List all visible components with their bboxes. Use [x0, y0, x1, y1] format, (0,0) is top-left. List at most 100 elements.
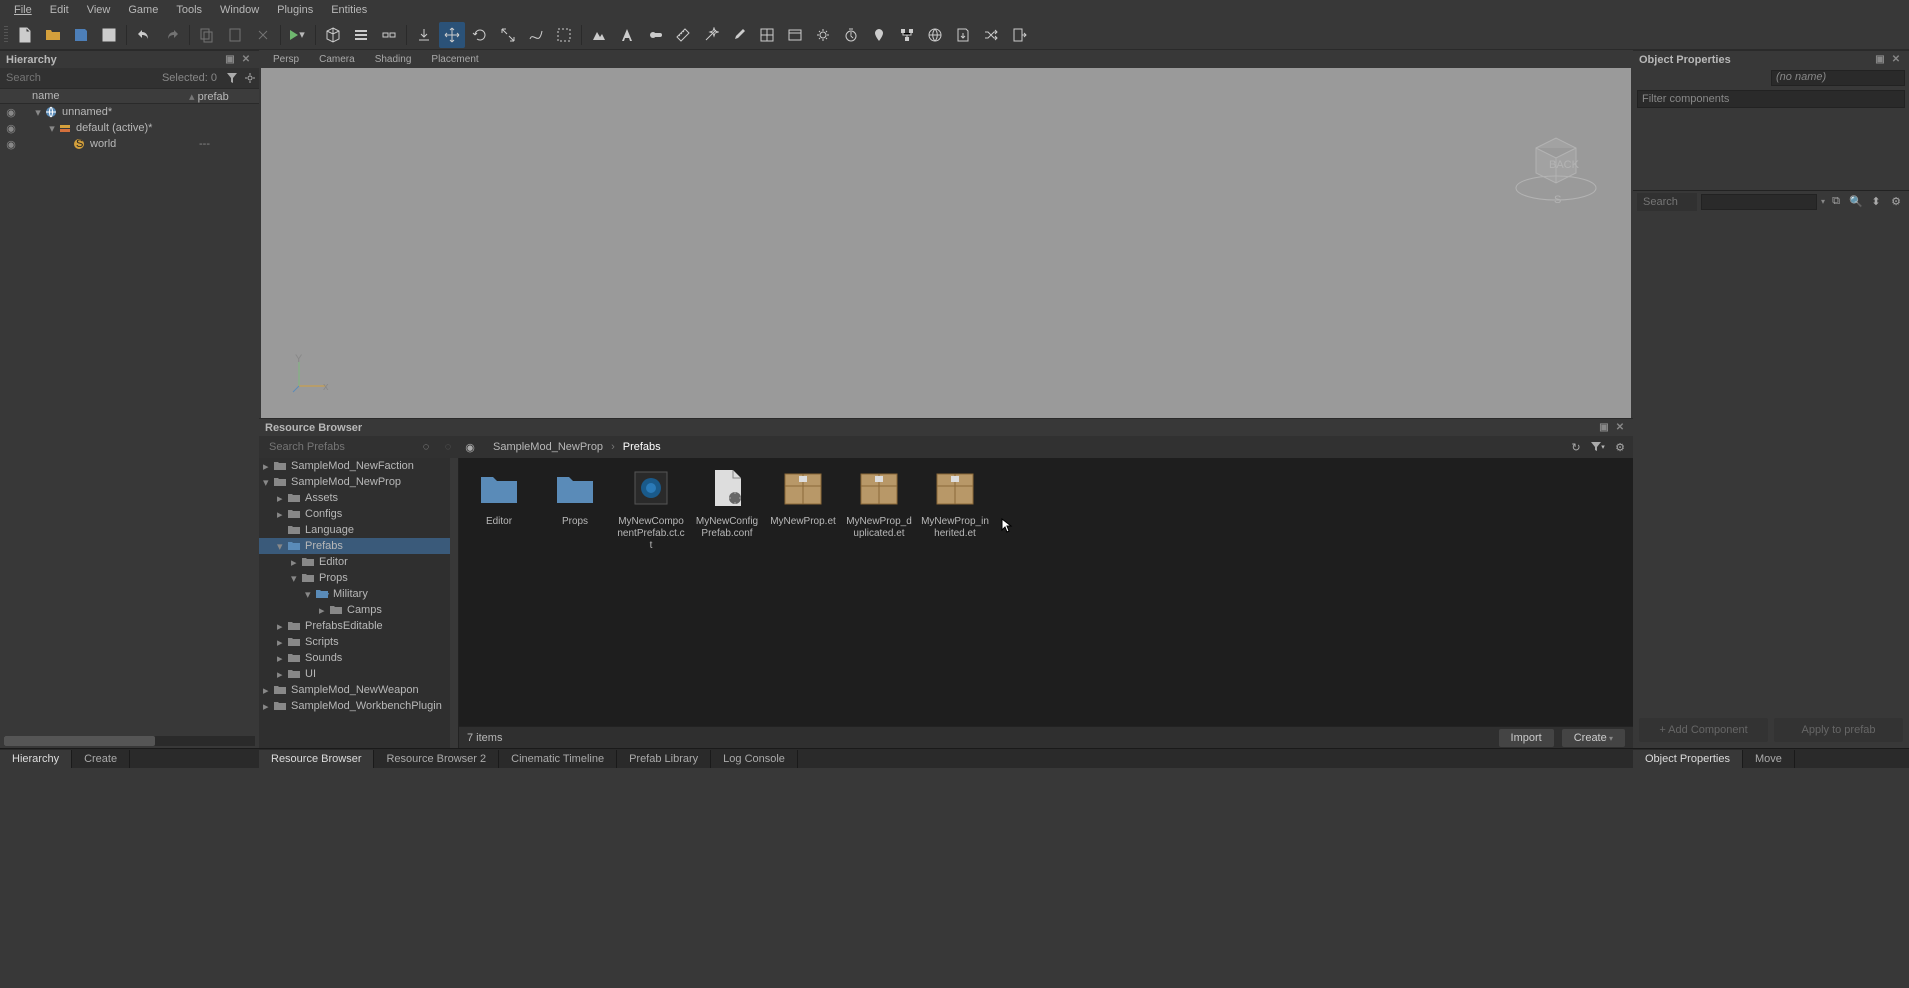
object-name-field[interactable]: (no name)	[1771, 70, 1905, 86]
resource-tree-item[interactable]: ▸Sounds	[259, 650, 458, 666]
expand-icon[interactable]: ▸	[291, 556, 301, 569]
resource-tree-item[interactable]: Language	[259, 522, 458, 538]
expand-icon[interactable]: ▸	[263, 460, 273, 473]
nav-cube[interactable]: BACK S	[1511, 118, 1601, 208]
expand-icon[interactable]: ▾	[263, 476, 273, 489]
undo-button[interactable]	[131, 22, 157, 48]
viewport-tab[interactable]: Persp	[263, 52, 309, 67]
resource-tree-item[interactable]: ▸SampleMod_NewWeapon	[259, 682, 458, 698]
viewport-tab[interactable]: Shading	[365, 52, 422, 67]
panel-tab[interactable]: Move	[1743, 750, 1795, 768]
panel-close-icon[interactable]: ✕	[1613, 421, 1627, 435]
panel-max-icon[interactable]: ▣	[1597, 421, 1611, 435]
cut-button[interactable]	[250, 22, 276, 48]
copy-button[interactable]	[194, 22, 220, 48]
resource-grid[interactable]: EditorPropsMyNewComponentPrefab.ct.ctMyN…	[459, 458, 1633, 726]
rotate-tool[interactable]	[467, 22, 493, 48]
link-tool[interactable]	[376, 22, 402, 48]
resource-item[interactable]: MyNewProp_inherited.et	[921, 464, 989, 552]
expand-icon[interactable]: ▾	[305, 588, 315, 601]
panel-tab[interactable]: Resource Browser	[259, 750, 374, 768]
resource-tree-item[interactable]: ▸PrefabsEditable	[259, 618, 458, 634]
resource-tree-item[interactable]: ▾SampleMod_NewProp	[259, 474, 458, 490]
visibility-icon[interactable]: ◉	[0, 122, 22, 135]
globe-tool[interactable]	[922, 22, 948, 48]
viewport-tab[interactable]: Camera	[309, 52, 365, 67]
viewport-3d[interactable]: Y x BACK S	[261, 68, 1631, 418]
expand-icon[interactable]: ▸	[277, 508, 287, 521]
create-button[interactable]: Create	[1562, 729, 1625, 747]
resource-tree-item[interactable]: ▸Configs	[259, 506, 458, 522]
panel-tab[interactable]: Hierarchy	[0, 750, 72, 768]
breadcrumb-item[interactable]: Prefabs	[619, 439, 665, 455]
open-file-button[interactable]	[40, 22, 66, 48]
terrain-tool[interactable]	[586, 22, 612, 48]
resource-tree-item[interactable]: ▸Editor	[259, 554, 458, 570]
viewport-tab[interactable]: Placement	[421, 52, 488, 67]
resource-item[interactable]: MyNewConfigPrefab.conf	[693, 464, 761, 552]
panel-tab[interactable]: Prefab Library	[617, 750, 711, 768]
expand-icon[interactable]: ▸	[277, 668, 287, 681]
gear-icon[interactable]: ⚙	[1611, 438, 1629, 456]
menu-file[interactable]: File	[6, 2, 40, 18]
menu-edit[interactable]: Edit	[42, 2, 77, 18]
resource-tree-item[interactable]: ▸Camps	[259, 602, 458, 618]
visibility-icon[interactable]: ◉	[0, 138, 22, 151]
resource-tree-item[interactable]: ▾Military	[259, 586, 458, 602]
gear-icon[interactable]: ⚙	[1887, 193, 1905, 211]
rb-clear-icon[interactable]: ◌	[417, 438, 435, 456]
expand-icon[interactable]: ▸	[263, 684, 273, 697]
expand-icon[interactable]: ▸	[277, 652, 287, 665]
weather-tool[interactable]	[642, 22, 668, 48]
panel-tab[interactable]: Object Properties	[1633, 750, 1743, 768]
component-filter-input[interactable]: Filter components	[1637, 90, 1905, 108]
exit-tool[interactable]	[1006, 22, 1032, 48]
brush-tool[interactable]	[726, 22, 752, 48]
resource-search-input[interactable]	[263, 438, 413, 456]
menu-tools[interactable]: Tools	[168, 2, 210, 18]
import-button[interactable]: Import	[1499, 729, 1554, 747]
hierarchy-scrollbar[interactable]	[4, 736, 255, 746]
redo-button[interactable]	[159, 22, 185, 48]
refresh-icon[interactable]: ↻	[1567, 438, 1585, 456]
resource-tree-item[interactable]: ▸Scripts	[259, 634, 458, 650]
text-tool[interactable]	[614, 22, 640, 48]
expand-icon[interactable]: ▾	[291, 572, 301, 585]
resource-tree-item[interactable]: ▸UI	[259, 666, 458, 682]
panel-tab[interactable]: Resource Browser 2	[374, 750, 499, 768]
rb-nav-back-icon[interactable]: ◌	[439, 438, 457, 456]
gear-icon[interactable]	[241, 69, 259, 87]
menu-plugins[interactable]: Plugins	[269, 2, 321, 18]
expand-icon[interactable]: ▾	[46, 122, 58, 135]
tree-tool[interactable]	[894, 22, 920, 48]
filter-icon[interactable]	[223, 69, 241, 87]
resource-item[interactable]: MyNewProp.et	[769, 464, 837, 552]
play-button[interactable]: ▾	[285, 22, 311, 48]
panel-tab[interactable]: Log Console	[711, 750, 798, 768]
apply-to-prefab-button[interactable]: Apply to prefab	[1774, 718, 1903, 742]
resource-item[interactable]: MyNewProp_duplicated.et	[845, 464, 913, 552]
resource-tree-item[interactable]: ▸SampleMod_WorkbenchPlugin	[259, 698, 458, 714]
ruler-tool[interactable]	[670, 22, 696, 48]
filter-icon[interactable]: ▾	[1589, 438, 1607, 456]
expand-icon[interactable]: ▸	[277, 620, 287, 633]
hierarchy-tree[interactable]: ◉▾unnamed*◉▾default (active)*◉ Sworld---	[0, 104, 259, 736]
list-tool[interactable]	[348, 22, 374, 48]
props-search-input[interactable]	[1637, 193, 1697, 211]
expand-icon[interactable]: ▸	[319, 604, 329, 617]
add-component-button[interactable]: + Add Component	[1639, 718, 1768, 742]
resource-item[interactable]: Props	[541, 464, 609, 552]
panel-close-icon[interactable]: ✕	[239, 53, 253, 67]
resource-item[interactable]: MyNewComponentPrefab.ct.ct	[617, 464, 685, 552]
resource-tree[interactable]: ▸SampleMod_NewFaction▾SampleMod_NewProp▸…	[259, 458, 459, 748]
resource-tree-item[interactable]: ▸Assets	[259, 490, 458, 506]
menu-window[interactable]: Window	[212, 2, 267, 18]
bounds-tool[interactable]	[551, 22, 577, 48]
hierarchy-row[interactable]: ◉▾unnamed*	[0, 104, 259, 120]
snap-down-tool[interactable]	[411, 22, 437, 48]
grid-tool[interactable]	[754, 22, 780, 48]
nav-tool[interactable]	[866, 22, 892, 48]
scale-tool[interactable]	[495, 22, 521, 48]
menu-entities[interactable]: Entities	[323, 2, 375, 18]
hierarchy-icon[interactable]: ⬍	[1867, 193, 1885, 211]
